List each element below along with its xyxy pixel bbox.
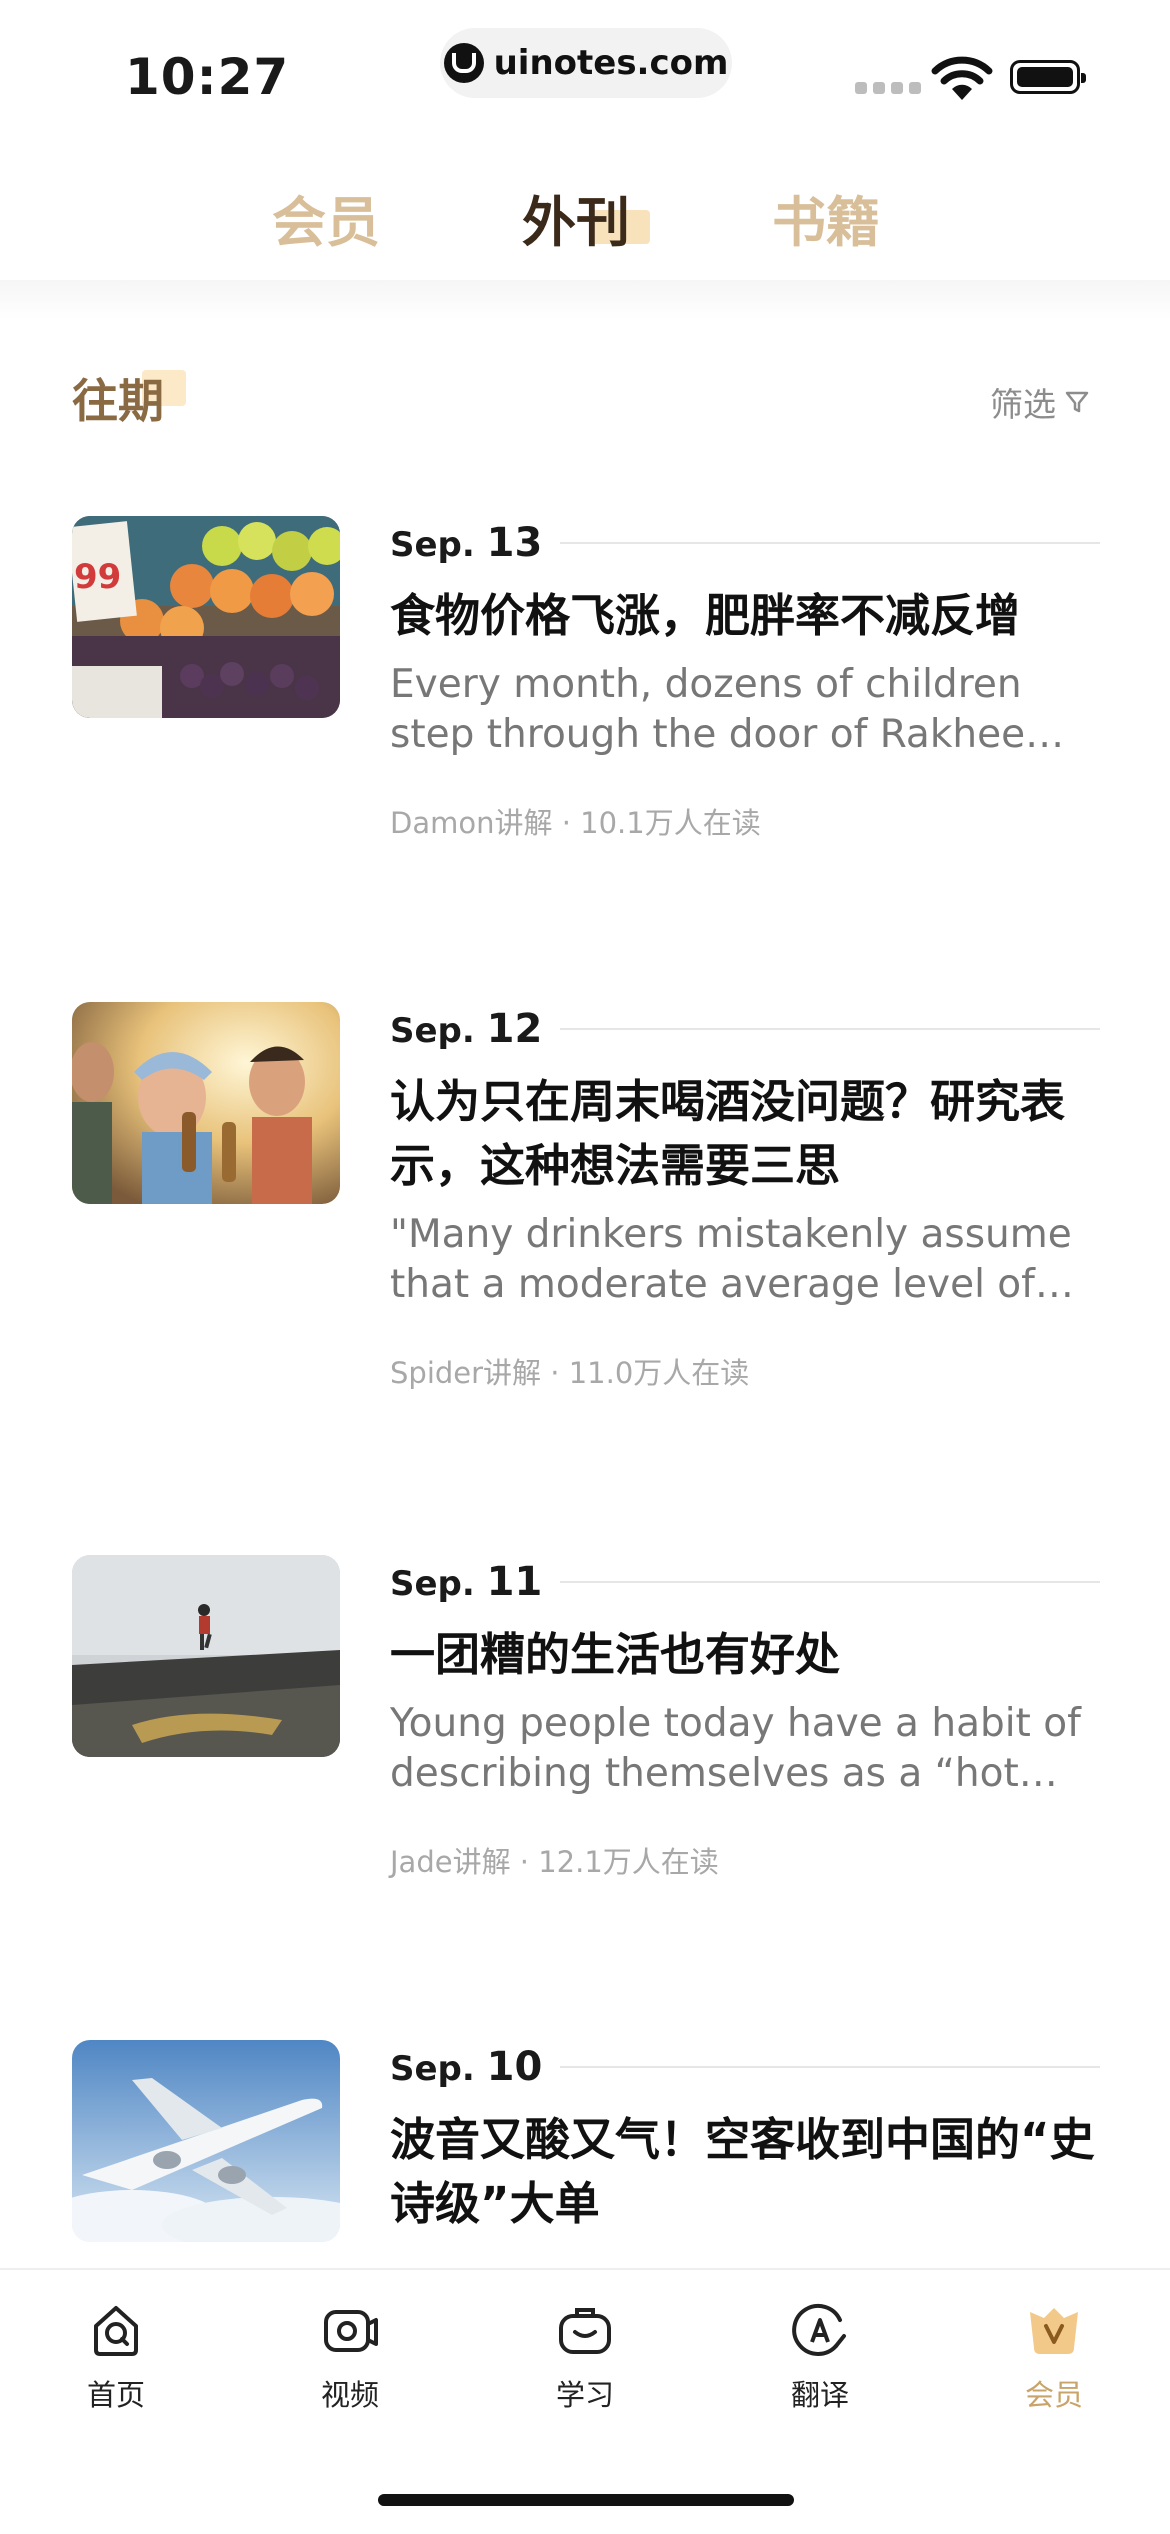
article-item[interactable]: Sep. 10 波音又酸又气！空客收到中国的“史诗级”大单: [72, 2040, 1100, 2268]
article-date: Sep. 10: [390, 2040, 1100, 2094]
filter-button[interactable]: 筛选: [990, 378, 1090, 426]
wifi-icon: [931, 56, 993, 100]
nav-vip-label: 会员: [1024, 2378, 1083, 2412]
article-meta: Spider讲解 · 11.0万人在读: [390, 1356, 750, 1390]
friends-toasting-photo: [72, 1002, 340, 1204]
runner-road-photo: [72, 1555, 340, 1757]
nav-video[interactable]: 视频: [270, 2300, 430, 2414]
tab-books[interactable]: 书籍: [772, 178, 880, 257]
airplane-photo: [72, 2040, 340, 2242]
article-meta: Jade讲解 · 12.1万人在读: [390, 1845, 719, 1879]
video-icon: [324, 2310, 378, 2352]
nav-study-label: 学习: [555, 2378, 614, 2412]
nav-translate-label: 翻译: [790, 2378, 849, 2412]
article-date: Sep. 12: [390, 1002, 1100, 1056]
filter-label: 筛选: [990, 385, 1056, 424]
article-meta: Damon讲解 · 10.1万人在读: [390, 806, 761, 840]
svg-text:99: 99: [74, 557, 121, 597]
article-title: 波音又酸又气！空客收到中国的“史诗级”大单: [390, 2113, 1095, 2230]
url-text: uinotes.com: [493, 43, 729, 83]
article-date: Sep. 11: [390, 1555, 1100, 1609]
translate-icon: [792, 2303, 846, 2356]
filter-icon: [1065, 391, 1089, 413]
article-title: 食物价格飞涨，肥胖率不减反增: [390, 589, 1021, 642]
article-item[interactable]: Sep. 11 一团糟的生活也有好处 Young people today ha…: [72, 1555, 1100, 1915]
article-title: 认为只在周末喝酒没问题？研究表示，这种想法需要三思: [390, 1075, 1066, 1192]
status-bar: 10:27 uinotes.com: [0, 0, 1170, 130]
article-title: 一团糟的生活也有好处: [390, 1628, 841, 1681]
article-summary: Every month, dozens of children step thr…: [390, 662, 1026, 757]
nav-study[interactable]: 学习: [505, 2300, 665, 2414]
vip-crown-icon: [1030, 2308, 1078, 2354]
article-summary: "Many drinkers mistakenly assume that a …: [390, 1212, 1072, 1307]
clock: 10:27: [125, 48, 290, 106]
nav-vip[interactable]: 会员: [974, 2300, 1134, 2414]
nav-translate[interactable]: 翻译: [740, 2300, 900, 2414]
cellular-signal-icon: [855, 82, 921, 94]
article-item[interactable]: 99 Sep. 13 食物价格飞涨，肥胖率不减反增 Every month, d…: [72, 516, 1100, 876]
header-shadow: [0, 280, 1170, 320]
battery-icon: [1010, 60, 1086, 94]
tab-journals[interactable]: 外刊: [522, 178, 630, 257]
section-title: 往期: [72, 374, 164, 428]
nav-video-label: 视频: [320, 2378, 379, 2412]
home-indicator: [378, 2494, 794, 2506]
site-icon: [443, 43, 484, 83]
home-icon: [94, 2306, 138, 2356]
study-icon: [559, 2308, 611, 2354]
nav-home-label: 首页: [86, 2378, 145, 2412]
top-tab-bar: 会员 外刊 书籍: [0, 160, 1170, 260]
article-item[interactable]: Sep. 12 认为只在周末喝酒没问题？研究表示，这种想法需要三思 "Many …: [72, 1002, 1100, 1422]
article-date: Sep. 13: [390, 516, 1100, 570]
article-summary: Young people today have a habit of descr…: [390, 1701, 1081, 1796]
tab-member[interactable]: 会员: [272, 178, 380, 257]
url-pill[interactable]: uinotes.com: [440, 28, 732, 98]
nav-home[interactable]: 首页: [36, 2300, 196, 2414]
fruit-market-photo: 99: [72, 516, 340, 718]
